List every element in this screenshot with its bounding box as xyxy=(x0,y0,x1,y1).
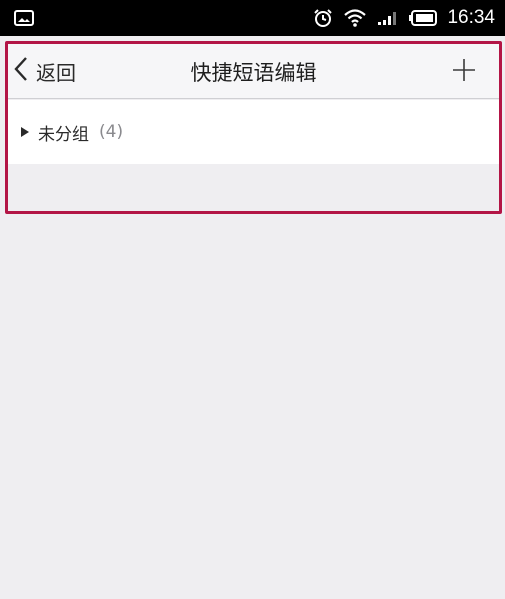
status-time: 16:34 xyxy=(447,7,495,28)
status-bar: 16:34 xyxy=(0,0,505,36)
wifi-icon xyxy=(343,9,367,27)
alarm-icon xyxy=(313,8,333,28)
highlight-frame xyxy=(5,41,502,214)
signal-icon xyxy=(377,10,399,26)
status-left xyxy=(14,10,34,26)
status-right: 16:34 xyxy=(313,7,495,29)
battery-icon xyxy=(409,10,438,26)
gallery-icon xyxy=(14,10,34,26)
